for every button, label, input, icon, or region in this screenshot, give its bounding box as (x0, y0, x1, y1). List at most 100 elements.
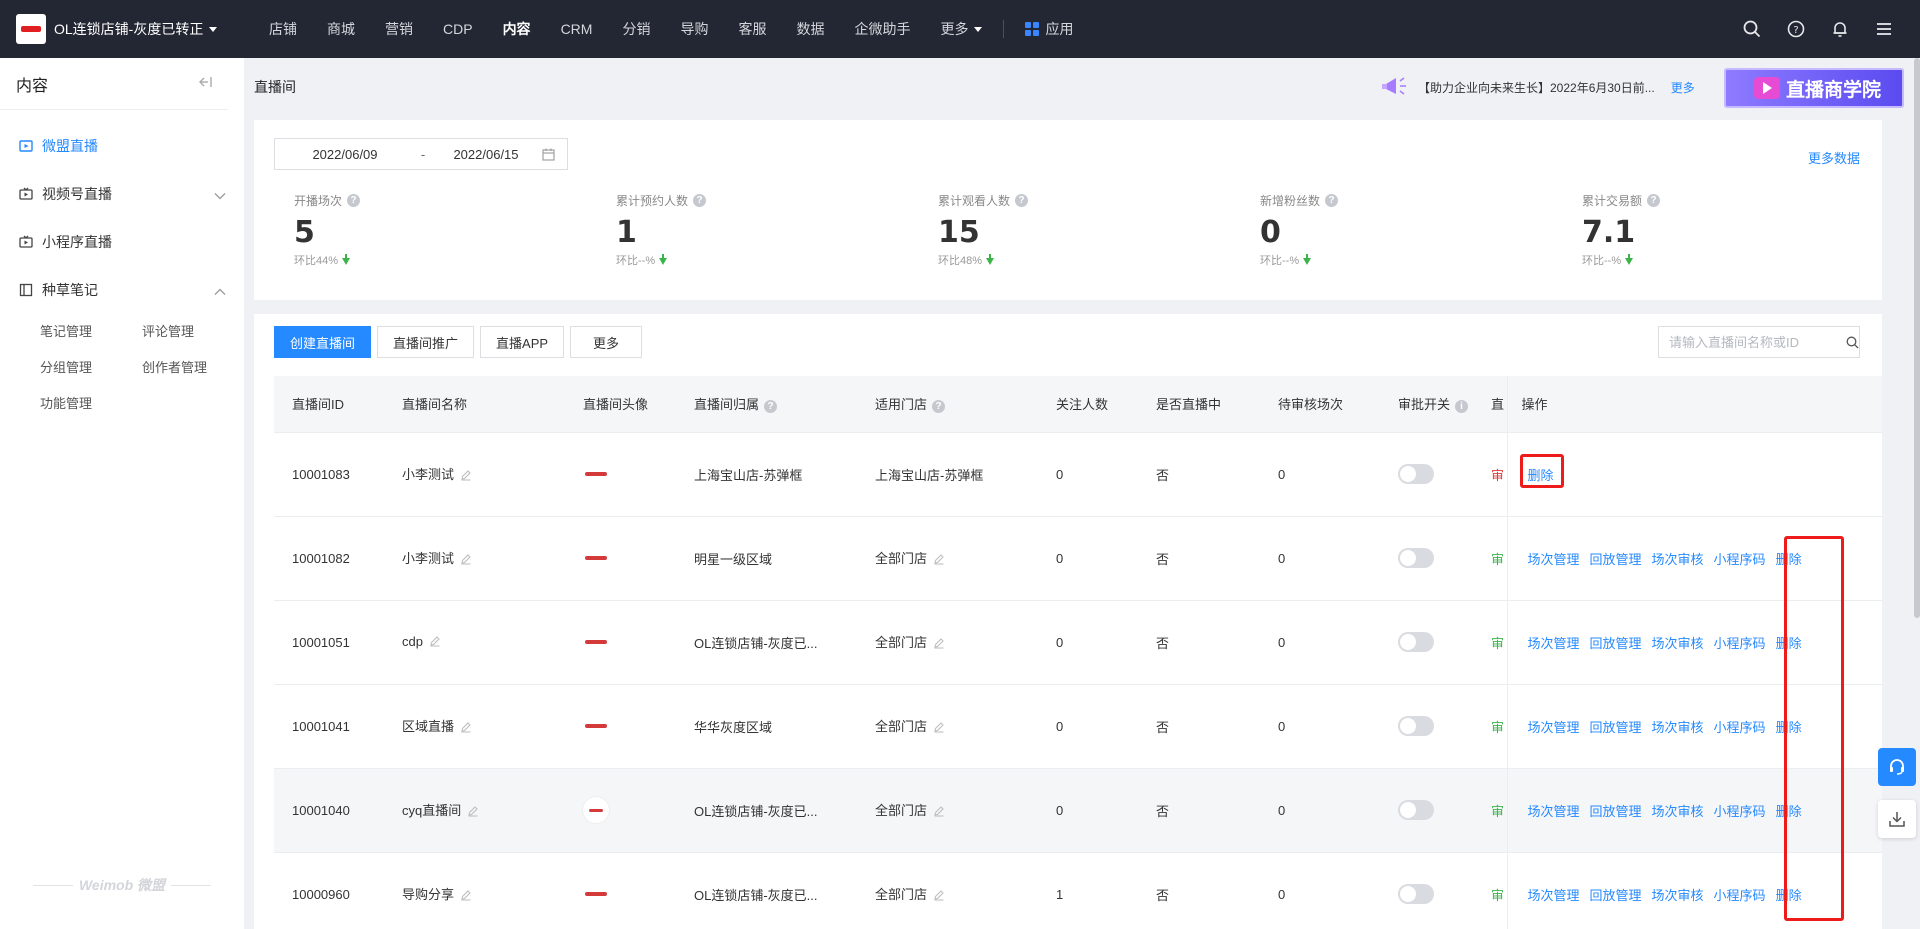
help-icon[interactable]: ? (1774, 0, 1818, 58)
edit-icon[interactable] (933, 889, 945, 904)
edit-icon[interactable] (933, 721, 945, 736)
more-data-link[interactable]: 更多数据 (1808, 148, 1860, 167)
approval-toggle[interactable] (1398, 464, 1434, 484)
session-manage-link[interactable]: 场次管理 (1528, 804, 1580, 819)
delete-link[interactable]: 删除 (1776, 636, 1802, 651)
nav-guide[interactable]: 导购 (665, 0, 723, 58)
replay-manage-link[interactable]: 回放管理 (1590, 636, 1642, 651)
edit-icon[interactable] (933, 637, 945, 652)
approval-toggle[interactable] (1398, 884, 1434, 904)
nav-shop[interactable]: 店铺 (254, 0, 312, 58)
menu-icon[interactable] (1862, 0, 1906, 58)
miniprogram-code-link[interactable]: 小程序码 (1714, 888, 1766, 903)
live-app-button[interactable]: 直播APP (480, 326, 565, 358)
session-manage-link[interactable]: 场次管理 (1528, 720, 1580, 735)
sidebar-subitem-note-manage[interactable]: 笔记管理 (40, 314, 142, 350)
replay-manage-link[interactable]: 回放管理 (1590, 720, 1642, 735)
help-icon[interactable]: ? (347, 194, 361, 207)
replay-manage-link[interactable]: 回放管理 (1590, 804, 1642, 819)
edit-icon[interactable] (460, 721, 472, 736)
live-academy-banner[interactable]: 直播商学院 (1724, 68, 1904, 108)
sidebar-item-notes[interactable]: 种草笔记 (0, 266, 244, 314)
replay-manage-link[interactable]: 回放管理 (1590, 552, 1642, 567)
nav-distribution[interactable]: 分销 (607, 0, 665, 58)
info-icon[interactable]: i (1455, 400, 1469, 414)
edit-icon[interactable] (933, 553, 945, 568)
help-icon[interactable]: ? (693, 194, 707, 207)
bell-icon[interactable] (1818, 0, 1862, 58)
session-review-link[interactable]: 场次审核 (1652, 888, 1704, 903)
date-range-picker[interactable]: 2022/06/09 - 2022/06/15 (274, 138, 568, 170)
nav-crm[interactable]: CRM (546, 0, 608, 58)
sidebar-subitem-comment-manage[interactable]: 评论管理 (142, 314, 244, 350)
nav-content[interactable]: 内容 (488, 0, 546, 58)
announcement-text[interactable]: 【助力企业向未来生长】2022年6月30日前... (1418, 79, 1655, 96)
nav-data[interactable]: 数据 (781, 0, 839, 58)
approval-toggle[interactable] (1398, 632, 1434, 652)
session-manage-link[interactable]: 场次管理 (1528, 636, 1580, 651)
delete-link[interactable]: 删除 (1776, 552, 1802, 567)
download-button[interactable] (1878, 800, 1916, 838)
nav-apps[interactable]: 应用 (1010, 0, 1088, 58)
table-row: 10000960 导购分享 OL连锁店铺-灰度已... 全部门店 1 否 0 审… (274, 852, 1882, 929)
session-manage-link[interactable]: 场次管理 (1528, 552, 1580, 567)
shop-logo (16, 14, 46, 44)
cell-store: 全部门店 (857, 852, 1038, 929)
sidebar-subitem-creator-manage[interactable]: 创作者管理 (142, 350, 244, 386)
miniprogram-code-link[interactable]: 小程序码 (1714, 636, 1766, 651)
edit-icon[interactable] (467, 805, 479, 820)
search-icon[interactable] (1845, 336, 1859, 349)
approval-toggle[interactable] (1398, 548, 1434, 568)
nav-wecom-assistant[interactable]: 企微助手 (839, 0, 925, 58)
nav-mall[interactable]: 商城 (312, 0, 370, 58)
sidebar-item-channels-live[interactable]: 视频号直播 (0, 170, 244, 218)
stat-label: 累计交易额 (1582, 194, 1643, 208)
page-scrollbar[interactable] (1914, 58, 1920, 618)
help-icon[interactable]: ? (1647, 194, 1661, 207)
delete-link[interactable]: 删除 (1776, 888, 1802, 903)
session-review-link[interactable]: 场次审核 (1652, 804, 1704, 819)
help-icon[interactable]: ? (932, 400, 946, 414)
approval-toggle[interactable] (1398, 716, 1434, 736)
edit-icon[interactable] (460, 469, 472, 484)
delete-link[interactable]: 删除 (1528, 468, 1554, 483)
miniprogram-code-link[interactable]: 小程序码 (1714, 804, 1766, 819)
help-icon[interactable]: ? (1325, 194, 1339, 207)
delete-link[interactable]: 删除 (1776, 720, 1802, 735)
sidebar-subitem-group-manage[interactable]: 分组管理 (40, 350, 142, 386)
edit-icon[interactable] (429, 635, 441, 650)
sidebar-item-label: 视频号直播 (42, 186, 112, 202)
promote-live-room-button[interactable]: 直播间推广 (377, 326, 475, 358)
sidebar-item-miniprogram-live[interactable]: 小程序直播 (0, 218, 244, 266)
collapse-sidebar-icon[interactable] (198, 75, 212, 93)
edit-icon[interactable] (460, 553, 472, 568)
session-manage-link[interactable]: 场次管理 (1528, 888, 1580, 903)
session-review-link[interactable]: 场次审核 (1652, 720, 1704, 735)
edit-icon[interactable] (933, 805, 945, 820)
help-icon[interactable]: ? (764, 400, 778, 414)
create-live-room-button[interactable]: 创建直播间 (274, 326, 372, 358)
approval-toggle[interactable] (1398, 800, 1434, 820)
help-icon[interactable]: ? (1015, 194, 1029, 207)
delete-link[interactable]: 删除 (1776, 804, 1802, 819)
replay-manage-link[interactable]: 回放管理 (1590, 888, 1642, 903)
miniprogram-code-link[interactable]: 小程序码 (1714, 720, 1766, 735)
session-review-link[interactable]: 场次审核 (1652, 636, 1704, 651)
more-actions-button[interactable]: 更多 (570, 326, 643, 358)
nav-service[interactable]: 客服 (723, 0, 781, 58)
nav-marketing[interactable]: 营销 (370, 0, 428, 58)
edit-icon[interactable] (460, 889, 472, 904)
nav-more[interactable]: 更多 (925, 0, 997, 58)
session-review-link[interactable]: 场次审核 (1652, 552, 1704, 567)
search-input[interactable] (1659, 327, 1845, 357)
customer-service-button[interactable] (1878, 748, 1916, 786)
cell-id: 10001083 (274, 432, 384, 517)
sidebar-item-weimob-live[interactable]: 微盟直播 (0, 122, 244, 170)
shop-switcher[interactable]: OL连锁店铺-灰度已转正 (0, 14, 240, 44)
store-text: 全部门店 (875, 887, 928, 903)
miniprogram-code-link[interactable]: 小程序码 (1714, 552, 1766, 567)
search-icon[interactable] (1730, 0, 1774, 58)
sidebar-subitem-feature-manage[interactable]: 功能管理 (40, 386, 142, 422)
announcement-more-link[interactable]: 更多 (1671, 79, 1695, 96)
nav-cdp[interactable]: CDP (428, 0, 488, 58)
